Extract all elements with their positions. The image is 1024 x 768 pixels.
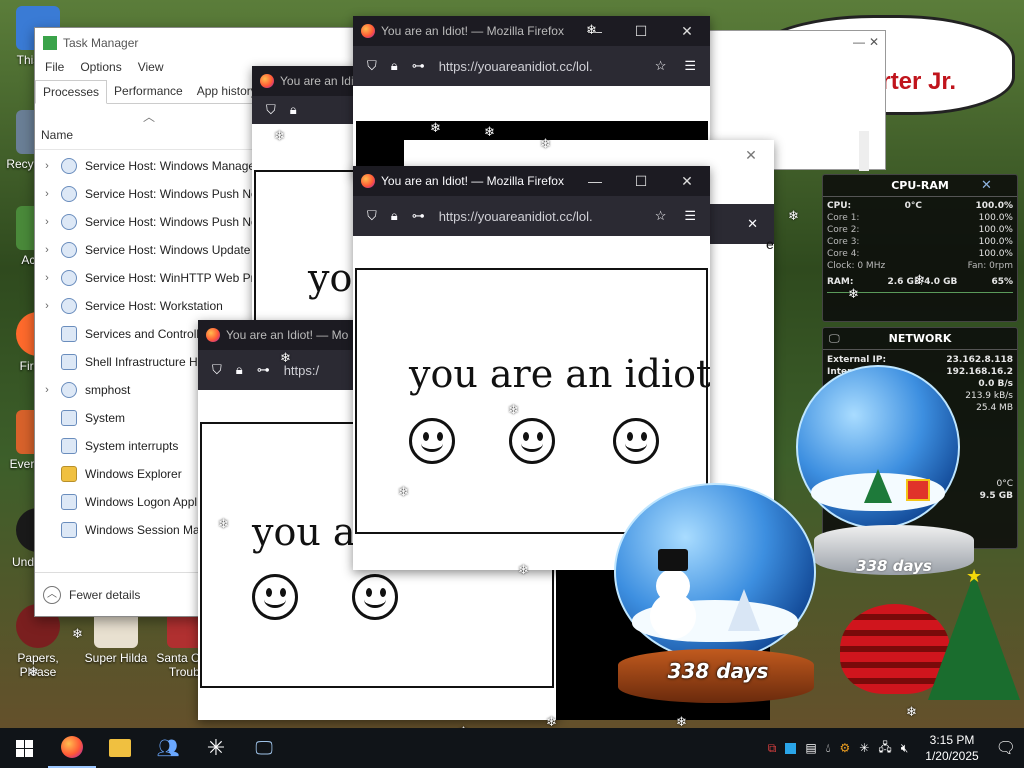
screen-tool-icon[interactable]: ⧉ bbox=[768, 741, 777, 756]
taskbar-monitor-app[interactable]: 🖵︎ bbox=[240, 728, 288, 768]
system-tray: ⧉ ▤ 💧︎ ⚙ ✳ 🖧︎ 🔇︎ 3:15 PM 1/20/2025 🗨︎ bbox=[768, 732, 1024, 764]
snowflake-icon: ❄ bbox=[586, 22, 597, 37]
clock-time: 3:15 PM bbox=[929, 733, 975, 747]
snowflake-icon: ❄ bbox=[72, 626, 83, 641]
taskbar-snowflake-app[interactable]: ✳ bbox=[192, 728, 240, 768]
start-button[interactable] bbox=[0, 728, 48, 768]
firefox-icon bbox=[61, 736, 83, 758]
taskbar-file-explorer[interactable] bbox=[96, 728, 144, 768]
monitor-icon: 🖵︎ bbox=[255, 737, 273, 758]
notifications-icon[interactable]: 🗨︎ bbox=[996, 738, 1016, 758]
taskbar: 👥︎ ✳ 🖵︎ ⧉ ▤ 💧︎ ⚙ ✳ 🖧︎ 🔇︎ 3:15 PM 1/20/20… bbox=[0, 728, 1024, 768]
snowflake-icon: ❄ bbox=[28, 664, 39, 679]
snowflake-icon: ❄ bbox=[280, 350, 291, 365]
taskbar-people[interactable]: 👥︎ bbox=[144, 728, 192, 768]
snowflake-icon: ❄ bbox=[848, 286, 859, 301]
clock-date: 1/20/2025 bbox=[925, 749, 979, 763]
snowflake-icon: ❄ bbox=[274, 128, 285, 143]
snowflake-icon: ❄ bbox=[508, 402, 519, 417]
snowflake-icon: ❄ bbox=[218, 516, 229, 531]
snowflake-icon: ❄ bbox=[484, 124, 495, 139]
snowflake-icon: ❄ bbox=[430, 120, 441, 135]
snowflake-icon[interactable]: ✳ bbox=[859, 741, 869, 755]
windows-logo-icon bbox=[15, 739, 33, 757]
snowflake-icon: ✳ bbox=[206, 735, 226, 760]
snowflake-icon: ❄ bbox=[906, 704, 917, 719]
clock[interactable]: 3:15 PM 1/20/2025 bbox=[917, 732, 986, 764]
gear-icon[interactable]: ⚙ bbox=[840, 741, 851, 755]
taskbar-firefox[interactable] bbox=[48, 728, 96, 768]
snowfall-overlay: ❄ ❄ ❄ ❄ ❄ ❄ ❄ ❄ ❄ ❄ ❄ ❄ ❄ ❄ ❄ ❄ ❄ ❄ ❄ ❄ bbox=[0, 0, 1024, 768]
square-app-icon[interactable] bbox=[785, 742, 797, 754]
snowflake-icon: ❄ bbox=[398, 484, 409, 499]
snowflake-icon: ❄ bbox=[788, 208, 799, 223]
people-icon: 👥︎ bbox=[156, 737, 180, 758]
volume-muted-icon[interactable]: 🔇︎ bbox=[901, 741, 909, 756]
file-explorer-icon bbox=[109, 739, 131, 757]
snowflake-icon: ❄ bbox=[914, 272, 925, 287]
water-drop-icon[interactable]: 💧︎ bbox=[826, 741, 831, 756]
snowflake-icon: ❄ bbox=[540, 136, 551, 151]
tray-app-icon[interactable]: ▤ bbox=[805, 741, 816, 755]
snowflake-icon: ❄ bbox=[518, 562, 529, 577]
network-icon[interactable]: 🖧︎ bbox=[878, 738, 891, 759]
